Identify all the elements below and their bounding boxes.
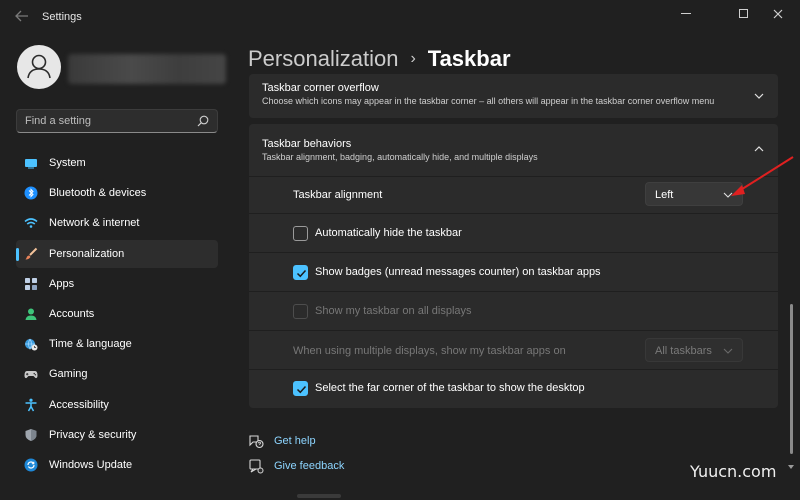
breadcrumb-separator: › xyxy=(410,50,416,67)
multi-display-dropdown: All taskbars xyxy=(645,338,743,362)
app-title: Settings xyxy=(42,11,82,23)
badges-row: Show badges (unread messages counter) on… xyxy=(249,253,778,291)
scrollbar-thumb[interactable] xyxy=(790,304,793,454)
card-title: Taskbar behaviors xyxy=(262,138,352,150)
accessibility-icon xyxy=(25,398,37,411)
monitor-icon xyxy=(25,159,37,169)
sidebar-item-label: Gaming xyxy=(49,368,88,381)
bottom-edge-mark xyxy=(297,494,341,498)
card-description: Choose which icons may appear in the tas… xyxy=(262,96,715,106)
sidebar-item-network[interactable]: Network & internet xyxy=(16,209,218,237)
sidebar-item-accounts[interactable]: Accounts xyxy=(16,300,218,328)
taskbar-behaviors-card[interactable]: Taskbar behaviors Taskbar alignment, bad… xyxy=(249,124,778,176)
close-button[interactable] xyxy=(762,4,794,22)
scroll-down-arrow-icon[interactable] xyxy=(787,463,795,471)
update-icon xyxy=(24,458,38,472)
sidebar-item-label: Time & language xyxy=(49,338,132,351)
search-icon[interactable] xyxy=(197,115,209,127)
all-displays-checkbox xyxy=(293,304,308,319)
taskbar-alignment-label: Taskbar alignment xyxy=(293,189,383,201)
search-box[interactable] xyxy=(16,109,218,133)
sidebar-item-system[interactable]: System xyxy=(16,149,218,177)
checkmark-icon xyxy=(296,269,307,278)
all-displays-label: Show my taskbar on all displays xyxy=(315,305,472,317)
apps-icon xyxy=(25,277,37,290)
breadcrumb-parent[interactable]: Personalization xyxy=(248,46,398,72)
bluetooth-icon xyxy=(24,186,38,200)
sidebar-item-label: Windows Update xyxy=(49,458,133,471)
sidebar-nav: System Bluetooth & devices Network & int… xyxy=(16,149,218,481)
far-corner-row: Select the far corner of the taskbar to … xyxy=(249,370,778,408)
profile-name-redacted xyxy=(68,54,226,84)
sidebar-item-label: Apps xyxy=(49,277,75,290)
badges-label[interactable]: Show badges (unread messages counter) on… xyxy=(315,266,601,278)
globe-clock-icon xyxy=(25,338,38,351)
sidebar-item-label: Bluetooth & devices xyxy=(49,187,147,200)
sidebar-item-accessibility[interactable]: Accessibility xyxy=(16,391,218,419)
search-input[interactable] xyxy=(25,113,195,129)
all-displays-row: Show my taskbar on all displays xyxy=(249,292,778,330)
shield-icon xyxy=(25,428,37,441)
help-icon xyxy=(249,435,264,449)
far-corner-checkbox[interactable] xyxy=(293,381,308,396)
multi-display-label: When using multiple displays, show my ta… xyxy=(293,345,566,357)
close-icon xyxy=(773,9,783,19)
dropdown-value: Left xyxy=(655,189,674,201)
avatar[interactable] xyxy=(17,45,61,89)
sidebar-item-label: Privacy & security xyxy=(49,428,137,441)
wifi-icon xyxy=(24,218,38,229)
sidebar-item-label: Personalization xyxy=(49,247,125,260)
chevron-down-icon[interactable] xyxy=(754,91,764,101)
sidebar-item-personalization[interactable]: Personalization xyxy=(16,239,218,268)
watermark: Yuucn.com xyxy=(690,462,777,481)
gamepad-icon xyxy=(24,371,38,379)
back-arrow-icon[interactable] xyxy=(12,8,32,26)
sidebar-item-label: Accessibility xyxy=(49,398,109,411)
breadcrumb: Personalization › Taskbar xyxy=(248,44,511,74)
sidebar-item-label: System xyxy=(49,157,86,169)
title-bar: Settings xyxy=(0,0,800,34)
checkmark-icon xyxy=(296,385,307,394)
card-title: Taskbar corner overflow xyxy=(262,82,379,94)
get-help-text[interactable]: Get help xyxy=(274,435,316,447)
sidebar-item-time-language[interactable]: Time & language xyxy=(16,330,218,358)
sidebar-item-label: Network & internet xyxy=(49,217,140,230)
taskbar-alignment-row: Taskbar alignment Left xyxy=(249,177,778,213)
annotation-arrow-icon xyxy=(731,156,794,196)
dropdown-value: All taskbars xyxy=(655,345,712,357)
maximize-button[interactable] xyxy=(727,4,759,22)
far-corner-label[interactable]: Select the far corner of the taskbar to … xyxy=(315,382,585,394)
auto-hide-row: Automatically hide the taskbar xyxy=(249,214,778,252)
brush-icon xyxy=(25,247,38,260)
minimize-button[interactable] xyxy=(670,4,702,22)
sidebar-item-apps[interactable]: Apps xyxy=(16,270,218,298)
sidebar-item-gaming[interactable]: Gaming xyxy=(16,360,218,388)
corner-overflow-card[interactable]: Taskbar corner overflow Choose which ico… xyxy=(249,74,778,118)
sidebar-item-bluetooth[interactable]: Bluetooth & devices xyxy=(16,179,218,207)
sidebar-item-windows-update[interactable]: Windows Update xyxy=(16,451,218,479)
person-icon xyxy=(25,308,37,320)
give-feedback-text[interactable]: Give feedback xyxy=(274,460,344,472)
card-description: Taskbar alignment, badging, automaticall… xyxy=(262,152,538,162)
get-help-link[interactable]: Get help xyxy=(248,433,316,449)
person-icon xyxy=(27,54,51,79)
chevron-down-icon xyxy=(723,348,733,354)
badges-checkbox[interactable] xyxy=(293,265,308,280)
feedback-icon xyxy=(249,459,264,474)
sidebar-item-label: Accounts xyxy=(49,307,95,320)
minimize-icon xyxy=(681,13,691,15)
maximize-icon xyxy=(738,9,748,19)
auto-hide-label[interactable]: Automatically hide the taskbar xyxy=(315,227,462,239)
selection-indicator xyxy=(16,247,19,261)
give-feedback-link[interactable]: Give feedback xyxy=(248,458,344,474)
page-title: Taskbar xyxy=(427,46,511,71)
multi-display-row: When using multiple displays, show my ta… xyxy=(249,331,778,369)
sidebar-item-privacy-security[interactable]: Privacy & security xyxy=(16,421,218,449)
auto-hide-checkbox[interactable] xyxy=(293,226,308,241)
chevron-up-icon[interactable] xyxy=(754,144,764,154)
